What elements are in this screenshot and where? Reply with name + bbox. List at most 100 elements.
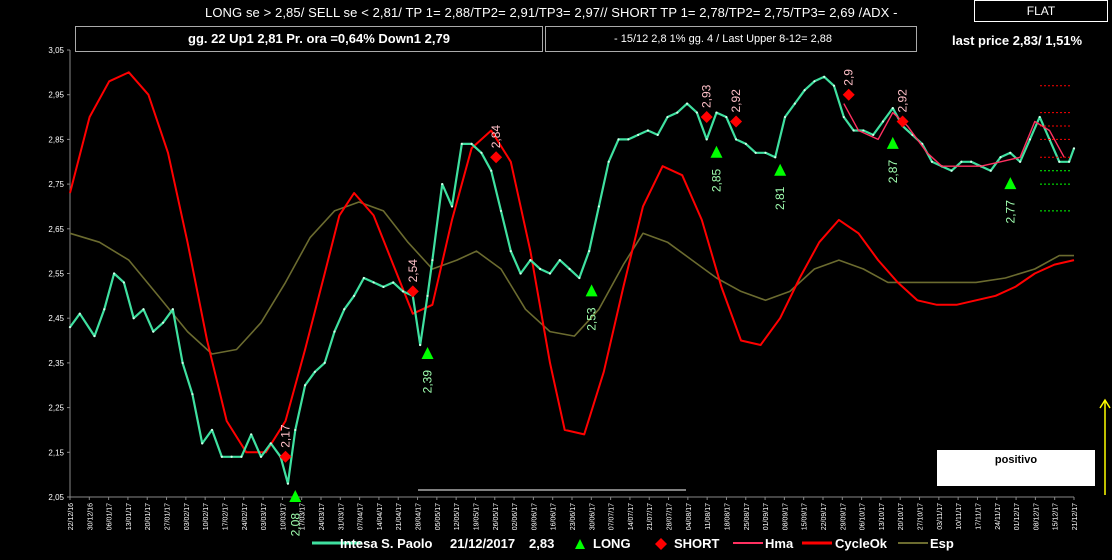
- x-tick-label: 07/07/17: [609, 503, 616, 530]
- price-point: [999, 156, 1002, 159]
- price-point: [171, 308, 174, 311]
- x-tick-label: 28/07/17: [667, 503, 674, 530]
- legend-hma-swatch: [733, 542, 763, 544]
- legend-esp-swatch: [898, 542, 928, 544]
- x-tick-label: 17/02/17: [222, 503, 229, 530]
- price-point: [891, 107, 894, 110]
- x-tick-label: 21/07/17: [647, 503, 654, 530]
- up-arrow-icon: [1099, 398, 1111, 495]
- price-point: [774, 156, 777, 159]
- price-point: [426, 294, 429, 297]
- price-point: [210, 428, 214, 432]
- y-tick-label: 2,25: [48, 404, 64, 413]
- x-tick-label: 03/03/17: [261, 503, 268, 530]
- legend-cycle: CycleOk: [835, 536, 888, 551]
- long-signal-label: 2,39: [421, 370, 435, 394]
- price-point: [303, 384, 307, 387]
- y-tick-label: 2,85: [48, 135, 64, 144]
- x-tick-label: 17/11/17: [975, 503, 982, 530]
- legend-short: SHORT: [674, 536, 720, 551]
- price-point: [382, 285, 385, 289]
- price-point: [352, 294, 356, 297]
- x-tick-label: 11/08/17: [705, 503, 712, 530]
- x-tick-label: 20/01/17: [145, 503, 152, 530]
- price-point: [103, 308, 106, 311]
- x-tick-label: 03/02/17: [184, 503, 191, 530]
- y-tick-label: 2,95: [48, 91, 64, 100]
- x-tick-label: 19/05/17: [473, 503, 480, 530]
- series-line-intesa-s-paolo: [69, 75, 1076, 485]
- x-tick-label: 24/02/17: [242, 503, 249, 530]
- x-tick-label: 14/07/17: [628, 503, 635, 530]
- x-tick-label: 24/03/17: [319, 503, 326, 530]
- price-point: [950, 169, 953, 172]
- x-tick-label: 07/04/17: [358, 503, 365, 530]
- short-signal-label: 2,17: [278, 424, 292, 448]
- legend-price: 2,83: [529, 536, 555, 551]
- price-point: [1068, 160, 1071, 163]
- price-point: [509, 250, 512, 253]
- x-tick-label: 01/09/17: [763, 503, 770, 530]
- price-point: [519, 272, 522, 275]
- price-point: [725, 115, 728, 119]
- price-point: [715, 111, 718, 114]
- price-point: [1038, 115, 1041, 119]
- x-tick-label: 27/10/17: [918, 503, 925, 530]
- x-tick-label: 13/10/17: [879, 503, 886, 530]
- x-tick-label: 08/12/17: [1033, 503, 1040, 530]
- price-point: [122, 281, 125, 284]
- price-point: [480, 151, 483, 154]
- x-tick-label: 09/06/17: [531, 503, 538, 530]
- price-point: [793, 102, 796, 105]
- price-point: [881, 120, 885, 123]
- y-tick-label: 2,45: [48, 314, 64, 323]
- short-signal-label: 2,93: [700, 84, 714, 108]
- price-point: [460, 142, 463, 145]
- long-signal-label: 2,53: [585, 307, 599, 331]
- price-point: [201, 442, 204, 445]
- price-point: [191, 393, 194, 396]
- x-tick-label: 23/06/17: [570, 503, 577, 530]
- x-tick-label: 01/12/17: [1014, 503, 1021, 530]
- price-point: [597, 205, 601, 208]
- x-tick-label: 30/12/16: [87, 503, 94, 530]
- x-tick-label: 18/08/17: [724, 503, 731, 530]
- price-point: [656, 133, 659, 137]
- legend-date: 21/12/2017: [450, 536, 516, 551]
- price-point: [803, 89, 806, 92]
- short-signal-label: 2,92: [896, 89, 910, 113]
- x-tick-label: 22/12/16: [68, 503, 75, 530]
- legend-series-name: Intesa S. Paolo: [340, 536, 433, 551]
- price-point: [646, 129, 650, 132]
- price-point: [637, 133, 640, 137]
- x-tick-label: 02/06/17: [512, 503, 519, 530]
- price-point: [286, 482, 290, 485]
- x-tick-label: 10/11/17: [956, 503, 963, 530]
- price-point: [181, 361, 184, 364]
- short-signal-marker: [700, 111, 713, 124]
- price-point: [989, 169, 992, 172]
- price-point: [1072, 147, 1076, 150]
- y-tick-label: 3,05: [48, 46, 64, 55]
- price-point: [568, 267, 571, 271]
- x-tick-label: 30/06/17: [589, 503, 596, 530]
- long-signal-label: 2,08: [288, 513, 302, 537]
- price-point: [431, 258, 434, 262]
- x-tick-label: 26/05/17: [493, 503, 500, 530]
- long-signal-label: 2,77: [1003, 200, 1017, 224]
- short-signal-label: 2,9: [842, 69, 856, 86]
- long-signal-label: 2,81: [773, 186, 787, 210]
- long-signal-marker: [289, 490, 302, 502]
- x-tick-label: 28/04/17: [416, 503, 423, 530]
- y-tick-label: 2,35: [48, 359, 64, 368]
- price-point: [333, 330, 336, 333]
- price-point: [313, 370, 316, 373]
- price-point: [1028, 138, 1032, 141]
- x-tick-label: 15/09/17: [802, 503, 809, 530]
- price-point: [450, 205, 454, 208]
- price-point: [852, 129, 855, 132]
- price-point: [744, 142, 747, 145]
- short-signal-marker: [490, 151, 503, 164]
- short-signal-marker: [842, 88, 855, 101]
- price-point: [392, 281, 395, 284]
